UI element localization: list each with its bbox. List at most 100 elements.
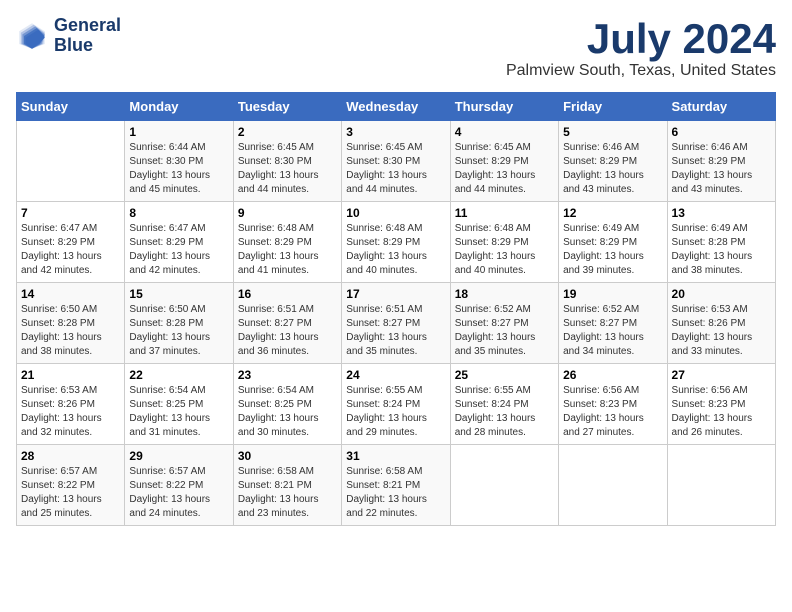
day-number: 6 <box>672 125 771 139</box>
calendar-cell: 22 Sunrise: 6:54 AM Sunset: 8:25 PM Dayli… <box>125 364 233 445</box>
calendar-cell: 30 Sunrise: 6:58 AM Sunset: 8:21 PM Dayli… <box>233 445 341 526</box>
day-info: Sunrise: 6:45 AM Sunset: 8:30 PM Dayligh… <box>238 141 337 197</box>
day-info: Sunrise: 6:51 AM Sunset: 8:27 PM Dayligh… <box>238 303 337 359</box>
day-number: 22 <box>129 368 228 382</box>
day-info: Sunrise: 6:52 AM Sunset: 8:27 PM Dayligh… <box>455 303 554 359</box>
day-number: 24 <box>346 368 445 382</box>
calendar-cell: 7Sunrise: 6:47 AM Sunset: 8:29 PM Daylig… <box>17 202 125 283</box>
day-number: 3 <box>346 125 445 139</box>
day-number: 23 <box>238 368 337 382</box>
day-number: 14 <box>21 287 120 301</box>
day-info: Sunrise: 6:49 AM Sunset: 8:28 PM Dayligh… <box>672 222 771 278</box>
calendar-subtitle: Palmview South, Texas, United States <box>506 62 776 80</box>
day-info: Sunrise: 6:45 AM Sunset: 8:30 PM Dayligh… <box>346 141 445 197</box>
calendar-table: SundayMondayTuesdayWednesdayThursdayFrid… <box>16 92 776 526</box>
day-number: 9 <box>238 206 337 220</box>
calendar-cell: 15Sunrise: 6:50 AM Sunset: 8:28 PM Dayli… <box>125 283 233 364</box>
calendar-cell: 5 Sunrise: 6:46 AM Sunset: 8:29 PM Daylig… <box>559 121 667 202</box>
calendar-title: July 2024 <box>506 16 776 62</box>
calendar-cell: 29 Sunrise: 6:57 AM Sunset: 8:22 PM Dayli… <box>125 445 233 526</box>
day-info: Sunrise: 6:46 AM Sunset: 8:29 PM Dayligh… <box>563 141 662 197</box>
day-info: Sunrise: 6:50 AM Sunset: 8:28 PM Dayligh… <box>21 303 120 359</box>
calendar-cell: 31 Sunrise: 6:58 AM Sunset: 8:21 PM Dayli… <box>342 445 450 526</box>
header-cell-thursday: Thursday <box>450 93 558 121</box>
calendar-cell: 26Sunrise: 6:56 AM Sunset: 8:23 PM Dayli… <box>559 364 667 445</box>
calendar-week-4: 21Sunrise: 6:53 AM Sunset: 8:26 PM Dayli… <box>17 364 776 445</box>
day-number: 2 <box>238 125 337 139</box>
day-number: 20 <box>672 287 771 301</box>
day-info: Sunrise: 6:49 AM Sunset: 8:29 PM Dayligh… <box>563 222 662 278</box>
day-number: 19 <box>563 287 662 301</box>
day-info: Sunrise: 6:55 AM Sunset: 8:24 PM Dayligh… <box>455 384 554 440</box>
day-number: 10 <box>346 206 445 220</box>
calendar-cell: 14 Sunrise: 6:50 AM Sunset: 8:28 PM Dayli… <box>17 283 125 364</box>
day-info: Sunrise: 6:54 AM Sunset: 8:25 PM Dayligh… <box>129 384 228 440</box>
calendar-cell: 28 Sunrise: 6:57 AM Sunset: 8:22 PM Dayli… <box>17 445 125 526</box>
day-number: 30 <box>238 449 337 463</box>
day-info: Sunrise: 6:56 AM Sunset: 8:23 PM Dayligh… <box>672 384 771 440</box>
day-info: Sunrise: 6:44 AM Sunset: 8:30 PM Dayligh… <box>129 141 228 197</box>
calendar-cell: 27 Sunrise: 6:56 AM Sunset: 8:23 PM Dayli… <box>667 364 775 445</box>
day-info: Sunrise: 6:51 AM Sunset: 8:27 PM Dayligh… <box>346 303 445 359</box>
day-number: 27 <box>672 368 771 382</box>
day-number: 13 <box>672 206 771 220</box>
day-info: Sunrise: 6:58 AM Sunset: 8:21 PM Dayligh… <box>346 465 445 521</box>
day-info: Sunrise: 6:52 AM Sunset: 8:27 PM Dayligh… <box>563 303 662 359</box>
day-number: 18 <box>455 287 554 301</box>
day-number: 25 <box>455 368 554 382</box>
day-number: 28 <box>21 449 120 463</box>
calendar-cell: 12 Sunrise: 6:49 AM Sunset: 8:29 PM Dayli… <box>559 202 667 283</box>
calendar-cell: 23 Sunrise: 6:54 AM Sunset: 8:25 PM Dayli… <box>233 364 341 445</box>
header-cell-friday: Friday <box>559 93 667 121</box>
day-number: 29 <box>129 449 228 463</box>
header-cell-monday: Monday <box>125 93 233 121</box>
calendar-cell: 11Sunrise: 6:48 AM Sunset: 8:29 PM Dayli… <box>450 202 558 283</box>
header-cell-wednesday: Wednesday <box>342 93 450 121</box>
day-info: Sunrise: 6:54 AM Sunset: 8:25 PM Dayligh… <box>238 384 337 440</box>
calendar-cell: 21Sunrise: 6:53 AM Sunset: 8:26 PM Dayli… <box>17 364 125 445</box>
calendar-cell: 6 Sunrise: 6:46 AM Sunset: 8:29 PM Daylig… <box>667 121 775 202</box>
calendar-cell: 10 Sunrise: 6:48 AM Sunset: 8:29 PM Dayli… <box>342 202 450 283</box>
day-info: Sunrise: 6:45 AM Sunset: 8:29 PM Dayligh… <box>455 141 554 197</box>
calendar-cell: 20 Sunrise: 6:53 AM Sunset: 8:26 PM Dayli… <box>667 283 775 364</box>
logo: General Blue <box>16 16 121 56</box>
calendar-cell: 9Sunrise: 6:48 AM Sunset: 8:29 PM Daylig… <box>233 202 341 283</box>
day-number: 31 <box>346 449 445 463</box>
header-cell-saturday: Saturday <box>667 93 775 121</box>
calendar-cell: 16Sunrise: 6:51 AM Sunset: 8:27 PM Dayli… <box>233 283 341 364</box>
calendar-cell: 19 Sunrise: 6:52 AM Sunset: 8:27 PM Dayli… <box>559 283 667 364</box>
calendar-cell: 13 Sunrise: 6:49 AM Sunset: 8:28 PM Dayli… <box>667 202 775 283</box>
calendar-cell: 3 Sunrise: 6:45 AM Sunset: 8:30 PM Daylig… <box>342 121 450 202</box>
logo-icon <box>16 20 48 52</box>
day-number: 4 <box>455 125 554 139</box>
day-info: Sunrise: 6:57 AM Sunset: 8:22 PM Dayligh… <box>129 465 228 521</box>
day-number: 12 <box>563 206 662 220</box>
day-info: Sunrise: 6:56 AM Sunset: 8:23 PM Dayligh… <box>563 384 662 440</box>
logo-line2: Blue <box>54 36 121 56</box>
header-cell-sunday: Sunday <box>17 93 125 121</box>
calendar-cell: 1 Sunrise: 6:44 AM Sunset: 8:30 PM Daylig… <box>125 121 233 202</box>
day-info: Sunrise: 6:55 AM Sunset: 8:24 PM Dayligh… <box>346 384 445 440</box>
calendar-cell: 18 Sunrise: 6:52 AM Sunset: 8:27 PM Dayli… <box>450 283 558 364</box>
calendar-cell <box>559 445 667 526</box>
day-info: Sunrise: 6:57 AM Sunset: 8:22 PM Dayligh… <box>21 465 120 521</box>
calendar-header-row: SundayMondayTuesdayWednesdayThursdayFrid… <box>17 93 776 121</box>
day-info: Sunrise: 6:47 AM Sunset: 8:29 PM Dayligh… <box>129 222 228 278</box>
calendar-cell: 24 Sunrise: 6:55 AM Sunset: 8:24 PM Dayli… <box>342 364 450 445</box>
day-info: Sunrise: 6:58 AM Sunset: 8:21 PM Dayligh… <box>238 465 337 521</box>
calendar-week-1: 1 Sunrise: 6:44 AM Sunset: 8:30 PM Daylig… <box>17 121 776 202</box>
day-info: Sunrise: 6:53 AM Sunset: 8:26 PM Dayligh… <box>672 303 771 359</box>
header-cell-tuesday: Tuesday <box>233 93 341 121</box>
calendar-cell <box>450 445 558 526</box>
day-info: Sunrise: 6:53 AM Sunset: 8:26 PM Dayligh… <box>21 384 120 440</box>
day-number: 8 <box>129 206 228 220</box>
day-info: Sunrise: 6:48 AM Sunset: 8:29 PM Dayligh… <box>346 222 445 278</box>
calendar-cell: 25 Sunrise: 6:55 AM Sunset: 8:24 PM Dayli… <box>450 364 558 445</box>
calendar-week-2: 7Sunrise: 6:47 AM Sunset: 8:29 PM Daylig… <box>17 202 776 283</box>
day-info: Sunrise: 6:46 AM Sunset: 8:29 PM Dayligh… <box>672 141 771 197</box>
day-info: Sunrise: 6:47 AM Sunset: 8:29 PM Dayligh… <box>21 222 120 278</box>
day-number: 5 <box>563 125 662 139</box>
day-number: 15 <box>129 287 228 301</box>
day-number: 1 <box>129 125 228 139</box>
day-number: 17 <box>346 287 445 301</box>
